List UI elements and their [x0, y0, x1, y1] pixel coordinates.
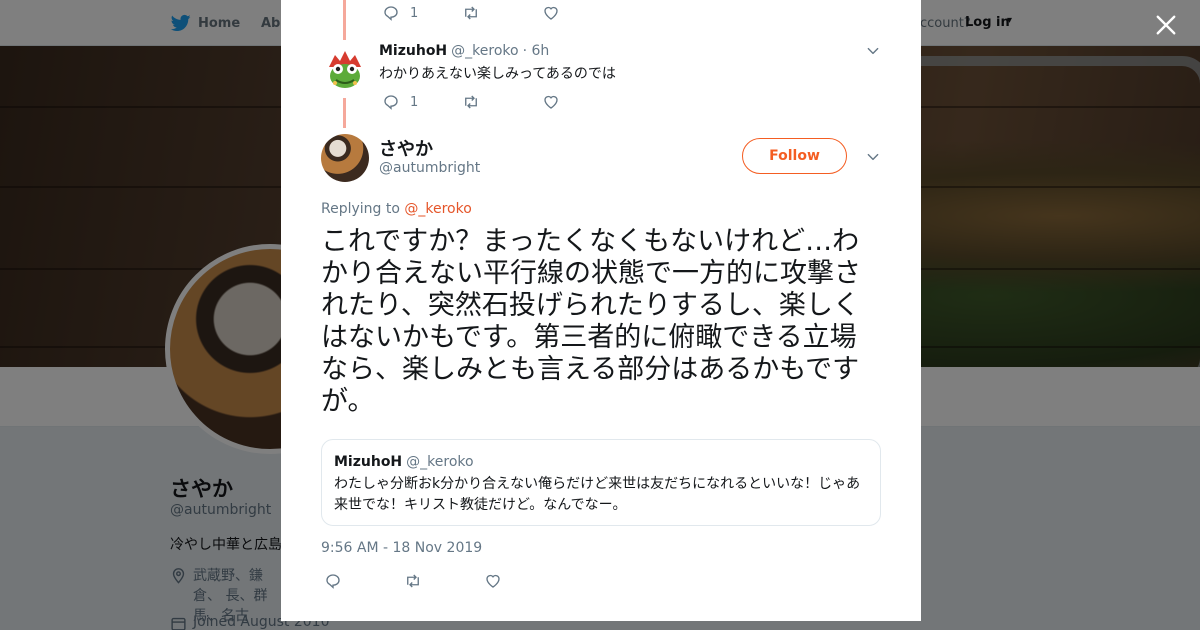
- reply-icon: [326, 574, 340, 589]
- replying-to-prefix: Replying to: [321, 201, 400, 217]
- reply-icon: [384, 6, 398, 21]
- retweet-button[interactable]: [462, 4, 542, 22]
- retweet-button[interactable]: [462, 93, 542, 111]
- chevron-down-icon[interactable]: [866, 150, 880, 164]
- tweet-author-handle[interactable]: @autumbright: [379, 160, 480, 176]
- quoted-author-handle: @_keroko: [406, 454, 474, 470]
- replying-to-link[interactable]: @_keroko: [404, 201, 471, 217]
- reply-count: 1: [410, 5, 419, 21]
- reply-button[interactable]: 1: [382, 93, 462, 111]
- reply-header: MizuhoH @_keroko · 6h: [379, 43, 549, 59]
- tweet-permalink-modal: 1 MizuhoH @_keroko · 6h わかりあえない楽しみってあるので…: [281, 0, 921, 621]
- reply-author-handle[interactable]: @_keroko: [451, 43, 518, 59]
- close-button[interactable]: [1152, 11, 1180, 39]
- reply-button[interactable]: [324, 572, 404, 590]
- heart-icon: [486, 574, 500, 588]
- tweet-author-name[interactable]: さやか: [379, 135, 433, 161]
- tweet-actions: [324, 572, 502, 590]
- retweet-icon: [465, 6, 477, 20]
- close-icon: [1156, 15, 1176, 35]
- heart-icon: [544, 95, 558, 109]
- chevron-down-icon[interactable]: [866, 44, 880, 58]
- follow-button[interactable]: Follow: [742, 138, 847, 174]
- quoted-tweet[interactable]: MizuhoH @_keroko わたしゃ分断おk分かり合えない俺らだけど来世は…: [321, 439, 881, 526]
- frog-avatar-icon: [321, 45, 369, 93]
- like-button[interactable]: [484, 572, 502, 590]
- replying-to: Replying to @_keroko: [321, 201, 472, 217]
- tweet-text: これですか？まったくなくもないけれど…わかり合えない平行線の状態で一方的に攻撃さ…: [321, 226, 861, 417]
- reply-icon: [384, 95, 398, 110]
- reply-tweet-actions: 1: [382, 93, 560, 111]
- tweet-author-avatar[interactable]: [321, 134, 369, 182]
- quoted-tweet-header: MizuhoH @_keroko: [334, 454, 868, 470]
- reply-time[interactable]: · 6h: [523, 43, 550, 59]
- heart-icon: [544, 6, 558, 20]
- reply-author-name[interactable]: MizuhoH: [379, 43, 447, 59]
- retweet-icon: [407, 574, 419, 588]
- tweet-timestamp[interactable]: 9:56 AM - 18 Nov 2019: [321, 540, 482, 556]
- retweet-button[interactable]: [404, 572, 484, 590]
- reply-button[interactable]: 1: [382, 4, 462, 22]
- reply-text: わかりあえない楽しみってあるのでは: [379, 66, 616, 82]
- thread-connector: [343, 98, 346, 128]
- like-button[interactable]: [542, 4, 560, 22]
- reply-avatar[interactable]: [321, 45, 369, 93]
- prev-tweet-actions: 1: [382, 4, 560, 22]
- quoted-author-name: MizuhoH: [334, 454, 403, 470]
- quoted-tweet-text: わたしゃ分断おk分かり合えない俺らだけど来世は友だちになれるといいな！じゃあ来世…: [334, 476, 861, 513]
- like-button[interactable]: [542, 93, 560, 111]
- thread-connector: [343, 0, 346, 40]
- retweet-icon: [465, 95, 477, 109]
- reply-count: 1: [410, 94, 419, 110]
